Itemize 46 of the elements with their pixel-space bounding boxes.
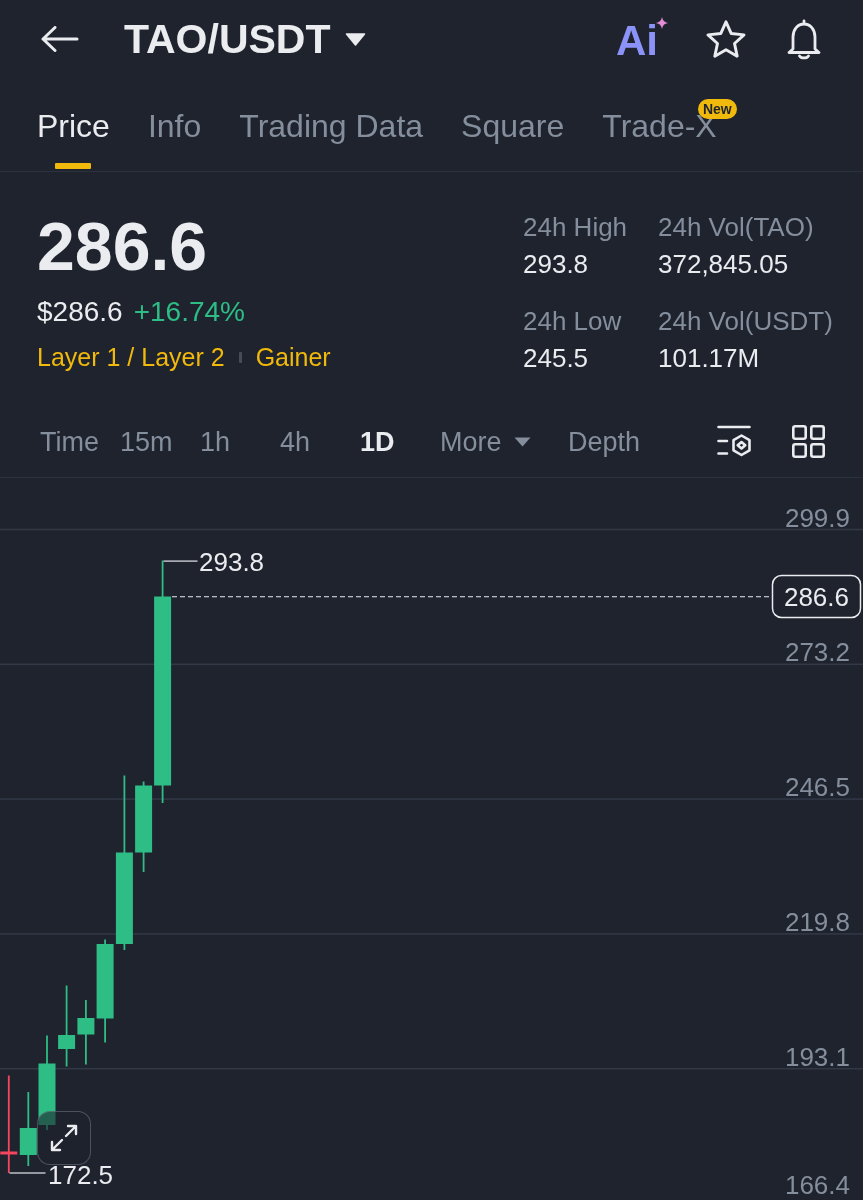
tab[interactable]: Info: [147, 78, 202, 171]
price-axis-label: 246.5: [784, 772, 850, 803]
sparkle-icon: [656, 17, 668, 29]
pair-selector[interactable]: TAO/USDT: [124, 16, 366, 62]
interval-tab[interactable]: Time: [40, 425, 99, 458]
tab[interactable]: Square: [461, 78, 565, 171]
high-price-label: 293.8: [199, 547, 265, 577]
more-dropdown[interactable]: More: [440, 425, 531, 458]
stat-value: 293.8: [523, 249, 590, 279]
category-link[interactable]: Layer 1 / Layer 2: [37, 342, 225, 372]
stat-label: 24h Low: [523, 306, 623, 336]
stat-label: 24h High: [523, 212, 629, 242]
list-hexagon-icon[interactable]: [717, 425, 751, 458]
price-axis-label: 166.4: [784, 1170, 850, 1200]
stat-value: 372,845.05: [658, 249, 790, 279]
interval-tab[interactable]: 15m: [120, 425, 173, 458]
tab[interactable]: Trading Data: [239, 78, 424, 171]
interval-tab[interactable]: 1h: [200, 425, 231, 458]
price-axis-label: 219.8: [784, 906, 850, 937]
interval-tab[interactable]: 1D: [360, 425, 395, 458]
caret-icon: [513, 436, 531, 447]
back-arrow-icon[interactable]: [41, 26, 79, 52]
ai-assistant-button[interactable]: Ai: [616, 17, 668, 61]
stat-label: 24h Vol(TAO): [658, 212, 815, 242]
star-icon[interactable]: [706, 20, 746, 58]
fiat-price: $286.6: [37, 295, 123, 329]
expand-chart-button[interactable]: [37, 1111, 91, 1165]
stat-value: 101.17M: [658, 343, 761, 373]
low-price-leader: [9, 1172, 46, 1174]
stat-label: 24h Vol(USDT): [658, 306, 834, 336]
price-axis-label: 273.2: [784, 637, 850, 668]
price-axis-label: 299.9: [784, 502, 850, 533]
high-price-leader: [163, 560, 198, 562]
price-change: +16.74%: [133, 295, 245, 329]
interval-tab[interactable]: 4h: [280, 425, 311, 458]
stat-value: 245.5: [523, 343, 590, 373]
last-price-tag: 286.6: [771, 574, 862, 619]
interval-tab[interactable]: Depth: [568, 425, 641, 458]
low-price-label: 172.5: [48, 1160, 114, 1190]
grid-icon[interactable]: [792, 425, 825, 458]
last-price: 286.6: [37, 212, 209, 280]
category-link[interactable]: Gainer: [255, 342, 331, 372]
expand-arrows-icon: [49, 1123, 79, 1153]
price-axis-label: 193.1: [784, 1041, 850, 1072]
caret-icon: [344, 32, 366, 46]
tab[interactable]: Price: [37, 78, 110, 171]
